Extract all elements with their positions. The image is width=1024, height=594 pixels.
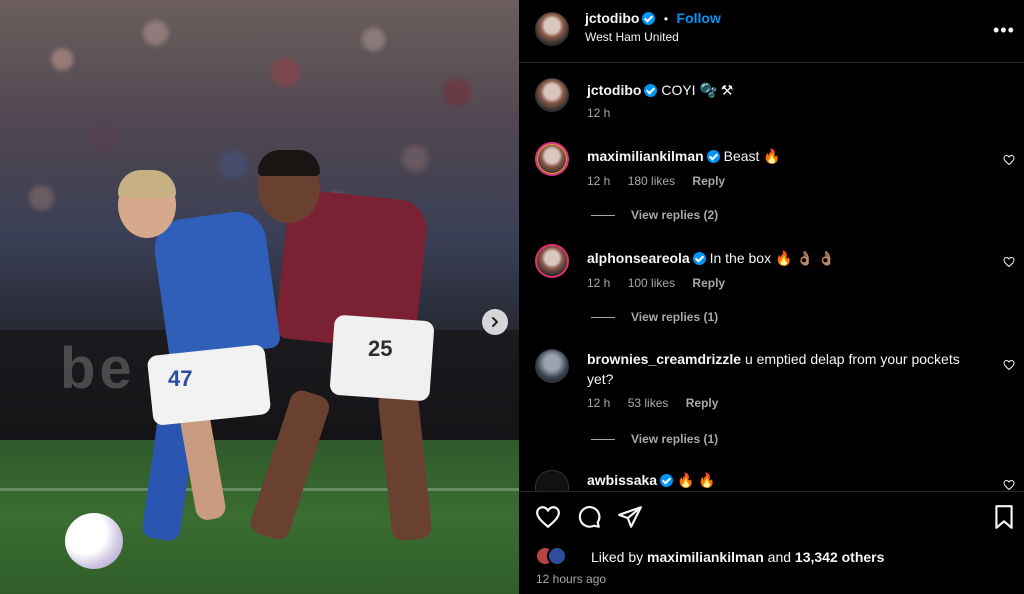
comment-like-heart-icon[interactable]: [1003, 359, 1015, 371]
caption: jctodibo COYI 🫧 ⚒ 12 h: [519, 76, 1024, 126]
comment-meta: 12 h 53 likes Reply: [587, 396, 732, 410]
like-heart-icon[interactable]: [535, 504, 561, 530]
author-avatar[interactable]: [535, 12, 569, 46]
caption-time: 12 h: [587, 106, 611, 120]
home-player-hair: [118, 170, 176, 198]
caption-text-line: jctodibo COYI 🫧 ⚒: [587, 80, 987, 100]
view-replies-button[interactable]: View replies (1): [591, 310, 718, 324]
comment-text-line: brownies_creamdrizzle u emptied delap fr…: [587, 349, 987, 389]
home-player-shorts: [146, 344, 272, 426]
comment-item: brownies_creamdrizzle u emptied delap fr…: [519, 347, 1024, 457]
view-replies-label: View replies (2): [631, 208, 719, 222]
liked-by-user[interactable]: maximiliankilman: [647, 549, 764, 565]
home-shirt-number: 47: [168, 366, 193, 391]
caption-meta: 12 h: [587, 106, 624, 120]
commenter-avatar[interactable]: [535, 142, 569, 176]
home-player-shirt: [150, 207, 282, 363]
commenter-avatar[interactable]: [535, 470, 569, 491]
next-photo-button[interactable]: [482, 309, 508, 335]
comment-likes[interactable]: 53 likes: [628, 396, 669, 410]
verified-badge-icon: [660, 474, 674, 487]
post-timestamp[interactable]: 12 hours ago: [536, 572, 606, 586]
football: [65, 513, 123, 569]
post-header: jctodibo • Follow West Ham United •••: [519, 0, 1024, 63]
view-replies-label: View replies (1): [631, 310, 719, 324]
comment-time: 12 h: [587, 396, 611, 410]
header-user-line: jctodibo • Follow: [585, 10, 721, 28]
author-avatar[interactable]: [535, 78, 569, 112]
comment-text: In the box 🔥 👌🏽 👌🏽: [709, 250, 836, 266]
away-shirt-number: 25: [368, 336, 393, 361]
commenter-avatar[interactable]: [535, 244, 569, 278]
liked-by-prefix: Liked by: [591, 549, 644, 565]
comment-meta: 12 h 100 likes Reply: [587, 276, 739, 290]
comment-item: awbissaka 🔥 🔥: [519, 468, 1024, 491]
comment-text: 🔥 🔥: [676, 472, 716, 488]
verified-badge-icon: [706, 150, 720, 163]
board-text: be: [60, 336, 136, 401]
view-replies-button[interactable]: View replies (1): [591, 432, 718, 446]
comment-text-line: awbissaka 🔥 🔥: [587, 470, 987, 490]
comment-text-line: alphonseareola In the box 🔥 👌🏽 👌🏽: [587, 248, 987, 268]
replies-line: [591, 215, 615, 217]
comment-username[interactable]: alphonseareola: [587, 250, 690, 266]
chevron-right-icon: [492, 317, 498, 327]
comment-likes[interactable]: 180 likes: [628, 174, 675, 188]
follow-button[interactable]: Follow: [677, 10, 721, 26]
replies-line: [591, 317, 615, 319]
liked-by-avatars[interactable]: [535, 546, 575, 568]
view-replies-label: View replies (1): [631, 432, 719, 446]
caption-text: COYI: [661, 82, 696, 98]
caption-username[interactable]: jctodibo: [587, 82, 641, 98]
comment-item: maximiliankilman Beast 🔥 12 h 180 likes …: [519, 142, 1024, 230]
comment-time: 12 h: [587, 174, 611, 188]
comment-text-line: maximiliankilman Beast 🔥: [587, 146, 987, 166]
liked-by-and: and: [767, 549, 792, 565]
liked-by-count[interactable]: 13,342 others: [795, 549, 885, 565]
verified-badge-icon: [644, 84, 658, 97]
caption-emoji: 🫧 ⚒: [699, 82, 734, 98]
comment-username[interactable]: brownies_creamdrizzle: [587, 351, 741, 367]
reply-button[interactable]: Reply: [692, 174, 725, 188]
comment-like-heart-icon[interactable]: [1003, 154, 1015, 166]
liked-by-text: Liked by maximiliankilman and 13,342 oth…: [591, 549, 884, 565]
liker-avatar: [547, 546, 567, 566]
commenter-avatar[interactable]: [535, 349, 569, 383]
away-player-hair: [258, 150, 320, 176]
location-link[interactable]: West Ham United: [585, 30, 679, 44]
replies-line: [591, 439, 615, 441]
comment-like-heart-icon[interactable]: [1003, 256, 1015, 268]
comment-text: Beast 🔥: [723, 148, 781, 164]
post-photo[interactable]: be 25 47: [0, 0, 519, 594]
verified-badge-icon: [692, 252, 706, 265]
view-replies-button[interactable]: View replies (2): [591, 208, 718, 222]
verified-badge-icon: [642, 12, 656, 25]
author-username[interactable]: jctodibo: [585, 10, 639, 26]
comment-meta: 12 h 180 likes Reply: [587, 174, 739, 188]
share-send-icon[interactable]: [617, 504, 643, 530]
reply-button[interactable]: Reply: [686, 396, 719, 410]
post-side-panel: jctodibo • Follow West Ham United ••• jc…: [519, 0, 1024, 594]
reply-button[interactable]: Reply: [692, 276, 725, 290]
comment-time: 12 h: [587, 276, 611, 290]
separator-dot: •: [663, 12, 669, 26]
comment-username[interactable]: maximiliankilman: [587, 148, 704, 164]
save-bookmark-icon[interactable]: [991, 504, 1017, 530]
more-options-icon[interactable]: •••: [993, 20, 1015, 41]
comment-item: alphonseareola In the box 🔥 👌🏽 👌🏽 12 h 1…: [519, 244, 1024, 332]
comment-username[interactable]: awbissaka: [587, 472, 657, 488]
comment-like-heart-icon[interactable]: [1003, 479, 1015, 491]
comment-bubble-icon[interactable]: [576, 504, 602, 530]
comment-likes[interactable]: 100 likes: [628, 276, 675, 290]
